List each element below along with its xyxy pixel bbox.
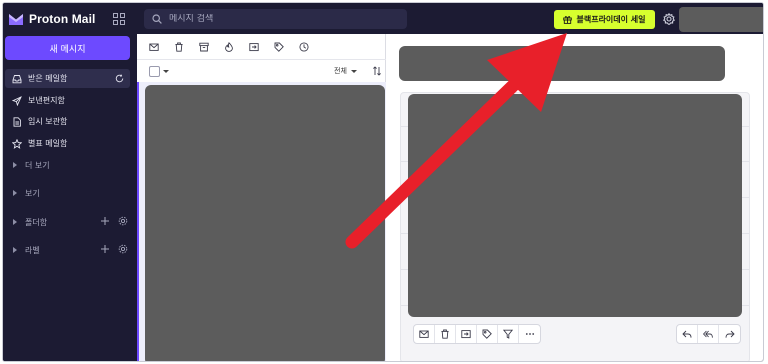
refresh-icon[interactable] — [115, 74, 124, 83]
sidebar-group-label: 더 보기 — [25, 160, 50, 170]
folder-actions — [100, 216, 128, 226]
label-tag-icon[interactable] — [274, 42, 284, 52]
more-dots-icon — [525, 333, 534, 335]
sidebar-item-inbox[interactable]: 받은 메일함 — [5, 69, 130, 88]
reading-pane — [386, 34, 763, 361]
sidebar-item-label: 받은 메일함 — [28, 74, 68, 83]
sidebar-group-labels[interactable]: 라벨 — [5, 241, 130, 259]
sidebar-group-label: 보기 — [25, 188, 40, 198]
sidebar-item-label: 임시 보관함 — [28, 117, 68, 126]
add-label-icon[interactable] — [100, 244, 110, 254]
star-icon — [12, 138, 22, 149]
message-body-redacted — [408, 94, 742, 317]
filter-dropdown[interactable]: 전체 — [334, 66, 357, 76]
more-options-button[interactable] — [519, 325, 540, 343]
move-button[interactable] — [456, 325, 477, 343]
gift-icon — [563, 16, 573, 24]
delete-button[interactable] — [435, 325, 456, 343]
search-bar[interactable] — [144, 9, 407, 29]
label-button[interactable] — [477, 325, 498, 343]
mark-read-icon[interactable] — [149, 42, 159, 52]
reply-all-button[interactable] — [698, 325, 719, 343]
trash-icon[interactable] — [174, 42, 184, 52]
list-filter-bar: 전체 — [137, 60, 386, 82]
sidebar-item-label: 별표 메일함 — [28, 139, 68, 148]
add-folder-icon[interactable] — [100, 216, 110, 226]
top-bar: Proton Mail 블랙프라이데이 세일 — [3, 3, 763, 34]
sidebar-item-sent[interactable]: 보낸편지함 — [5, 91, 130, 110]
move-to-folder-icon[interactable] — [249, 42, 259, 52]
forward-button[interactable] — [719, 325, 740, 343]
selected-message-row[interactable] — [137, 82, 386, 361]
label-tag-icon — [482, 329, 492, 339]
envelope-icon — [419, 330, 429, 338]
brand-logo[interactable]: Proton Mail — [8, 10, 95, 27]
label-settings-gear-icon[interactable] — [118, 244, 128, 254]
reply-all-icon — [703, 330, 713, 338]
snooze-clock-icon[interactable] — [299, 41, 309, 52]
proton-mail-window: Proton Mail 블랙프라이데이 세일 새 메시지 — [2, 2, 764, 362]
sidebar-item-drafts[interactable]: 임시 보관함 — [5, 112, 130, 131]
list-toolbar — [137, 34, 386, 60]
message-list-redacted — [145, 85, 385, 361]
reply-button[interactable] — [677, 325, 698, 343]
filter-button[interactable] — [498, 325, 519, 343]
chevron-right-icon — [13, 162, 17, 168]
trash-icon — [441, 329, 449, 339]
sidebar-group-more[interactable]: 더 보기 — [5, 156, 130, 174]
spam-flame-icon[interactable] — [224, 41, 234, 52]
draft-icon — [13, 116, 21, 127]
sidebar-group-label: 폴더함 — [25, 217, 48, 227]
sidebar-group-views[interactable]: 보기 — [5, 184, 130, 202]
sidebar-group-folders[interactable]: 폴더함 — [5, 213, 130, 231]
select-all-checkbox[interactable] — [149, 66, 160, 77]
label-actions — [100, 244, 128, 254]
chevron-right-icon — [13, 247, 17, 253]
reply-icon — [682, 330, 692, 338]
select-options-chevron-icon[interactable] — [163, 70, 169, 73]
mark-unread-button[interactable] — [414, 325, 435, 343]
message-action-toolbar — [413, 324, 541, 344]
message-subject-redacted — [399, 46, 725, 81]
chevron-right-icon — [13, 190, 17, 196]
sidebar-item-starred[interactable]: 별표 메일함 — [5, 134, 130, 153]
archive-icon[interactable] — [199, 42, 209, 52]
brand-name: Proton Mail — [29, 11, 96, 26]
new-message-button[interactable]: 새 메시지 — [5, 36, 130, 60]
sidebar-item-label: 보낸편지함 — [28, 96, 65, 105]
chevron-down-icon — [350, 69, 357, 73]
forward-icon — [725, 330, 735, 338]
move-to-folder-icon — [461, 330, 471, 339]
message-list-pane: 전체 — [137, 34, 386, 361]
inbox-icon — [12, 74, 22, 83]
app-switcher-icon[interactable] — [113, 13, 125, 25]
folder-settings-gear-icon[interactable] — [118, 216, 128, 226]
settings-gear-icon[interactable] — [663, 13, 675, 25]
send-icon — [12, 95, 22, 106]
proton-logo-icon — [9, 13, 23, 25]
chevron-right-icon — [13, 219, 17, 225]
account-menu-redacted[interactable] — [679, 7, 763, 32]
filter-funnel-icon — [503, 329, 513, 339]
search-icon — [152, 14, 162, 24]
promo-label: 블랙프라이데이 세일 — [576, 15, 646, 24]
sort-icon[interactable] — [372, 66, 382, 76]
screenshot-frame: Proton Mail 블랙프라이데이 세일 새 메시지 — [0, 0, 768, 364]
search-input[interactable] — [169, 14, 389, 24]
black-friday-sale-button[interactable]: 블랙프라이데이 세일 — [554, 10, 655, 29]
sidebar: 새 메시지 받은 메일함 보낸편지함 임시 보관함 별표 메일함 더 보기 보기… — [3, 34, 137, 361]
sidebar-group-label: 라벨 — [25, 245, 40, 255]
filter-label: 전체 — [334, 67, 347, 75]
reply-toolbar — [676, 324, 741, 344]
